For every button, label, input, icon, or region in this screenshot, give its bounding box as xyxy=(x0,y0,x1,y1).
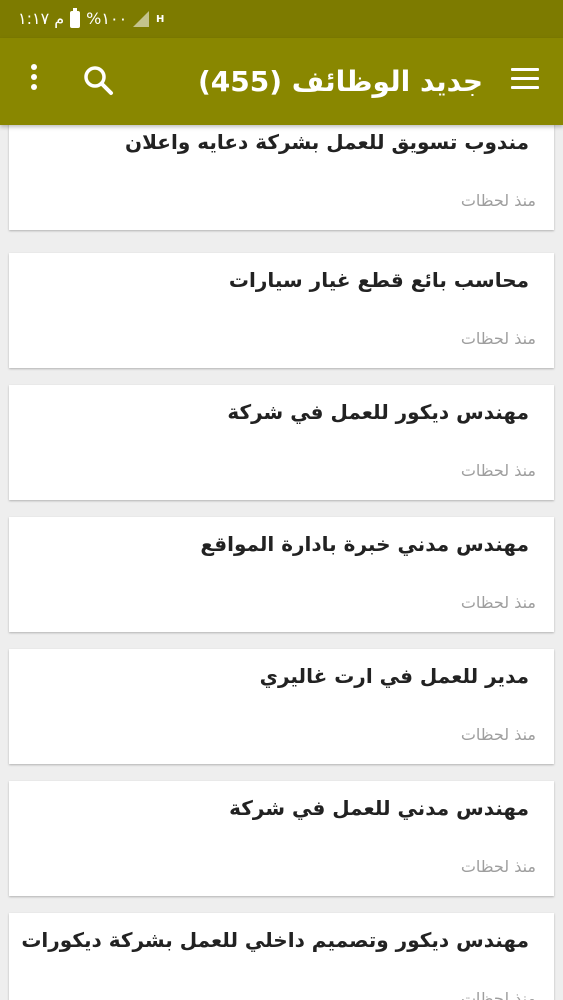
status-indicators: م ١:١٧ %١٠٠ H xyxy=(18,7,165,30)
job-time: منذ لحظات xyxy=(460,989,536,1000)
job-card[interactable]: مهندس مدني خبرة بادارة المواقع منذ لحظات xyxy=(9,517,554,632)
job-card[interactable]: مدير للعمل في ارت غاليري منذ لحظات xyxy=(9,649,554,764)
app-bar: جديد الوظائف (455) xyxy=(0,38,563,125)
search-button[interactable] xyxy=(82,64,116,98)
network-type-indicator: H xyxy=(155,13,165,25)
job-card[interactable]: مهندس ديكور وتصميم داخلي للعمل بشركة ديك… xyxy=(9,913,554,1000)
job-list: مندوب تسويق للعمل بشركة دعايه واعلان منذ… xyxy=(0,125,563,1000)
search-icon xyxy=(84,66,113,95)
status-time: م ١:١٧ xyxy=(18,9,65,28)
job-time: منذ لحظات xyxy=(460,191,536,210)
job-title: مهندس مدني خبرة بادارة المواقع xyxy=(200,532,529,556)
job-title: مندوب تسويق للعمل بشركة دعايه واعلان xyxy=(125,130,529,154)
job-time: منذ لحظات xyxy=(460,857,536,876)
more-options-button[interactable] xyxy=(24,64,44,98)
job-title: مهندس ديكور للعمل في شركة xyxy=(227,400,529,424)
job-time: منذ لحظات xyxy=(460,725,536,744)
page-title: جديد الوظائف (455) xyxy=(198,65,483,98)
job-title: محاسب بائع قطع غيار سيارات xyxy=(228,268,529,292)
menu-button[interactable] xyxy=(511,68,541,94)
job-card[interactable]: مندوب تسويق للعمل بشركة دعايه واعلان منذ… xyxy=(9,125,554,230)
job-title: مدير للعمل في ارت غاليري xyxy=(259,664,529,688)
battery-icon xyxy=(70,7,81,28)
job-title: مهندس مدني للعمل في شركة xyxy=(229,796,529,820)
job-card[interactable]: مهندس ديكور للعمل في شركة منذ لحظات xyxy=(9,385,554,500)
menu-icon xyxy=(511,68,541,89)
more-vert-icon xyxy=(24,64,44,90)
job-time: منذ لحظات xyxy=(460,593,536,612)
job-card[interactable]: محاسب بائع قطع غيار سيارات منذ لحظات xyxy=(9,253,554,368)
job-card[interactable]: مهندس مدني للعمل في شركة منذ لحظات xyxy=(9,781,554,896)
job-title: مهندس ديكور وتصميم داخلي للعمل بشركة ديك… xyxy=(21,928,529,952)
job-time: منذ لحظات xyxy=(460,461,536,480)
signal-icon xyxy=(133,11,150,27)
job-time: منذ لحظات xyxy=(460,329,536,348)
network-type-label: H xyxy=(155,13,165,25)
battery-level: %١٠٠ xyxy=(86,9,128,28)
status-bar: م ١:١٧ %١٠٠ H xyxy=(0,0,563,38)
